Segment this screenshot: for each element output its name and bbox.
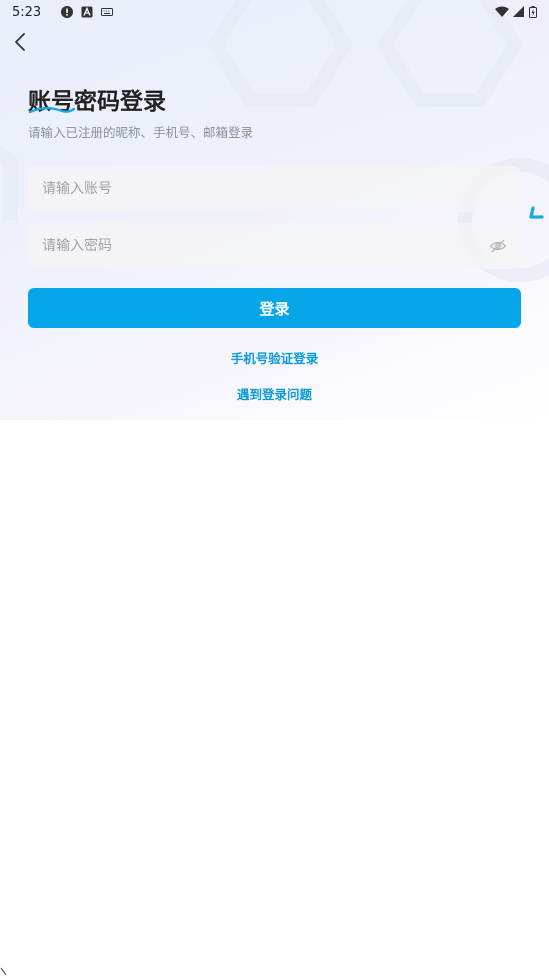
account-field[interactable] xyxy=(28,166,521,212)
password-input[interactable] xyxy=(42,238,489,254)
account-input[interactable] xyxy=(42,181,507,197)
keyboard-icon xyxy=(101,8,114,16)
status-bar: 5:23 xyxy=(0,0,549,24)
back-button[interactable] xyxy=(8,30,32,54)
eye-off-icon[interactable] xyxy=(489,237,507,255)
chevron-left-icon xyxy=(15,33,25,51)
login-problem-link[interactable]: 遇到登录问题 xyxy=(0,384,549,403)
password-field[interactable] xyxy=(28,223,521,269)
login-button[interactable]: 登录 xyxy=(28,288,521,328)
battery-icon xyxy=(529,6,537,18)
corner-mark xyxy=(0,967,7,976)
title-swoosh-decoration xyxy=(28,107,76,114)
page-subtitle: 请输入已注册的昵称、手机号、邮箱登录 xyxy=(28,125,254,140)
text-a-icon xyxy=(81,6,93,18)
side-accent-decoration xyxy=(529,206,544,219)
wifi-icon xyxy=(495,6,509,17)
sms-login-link[interactable]: 手机号验证登录 xyxy=(0,348,549,367)
status-time: 5:23 xyxy=(12,4,42,20)
signal-icon xyxy=(513,6,524,17)
alert-icon xyxy=(61,6,74,18)
